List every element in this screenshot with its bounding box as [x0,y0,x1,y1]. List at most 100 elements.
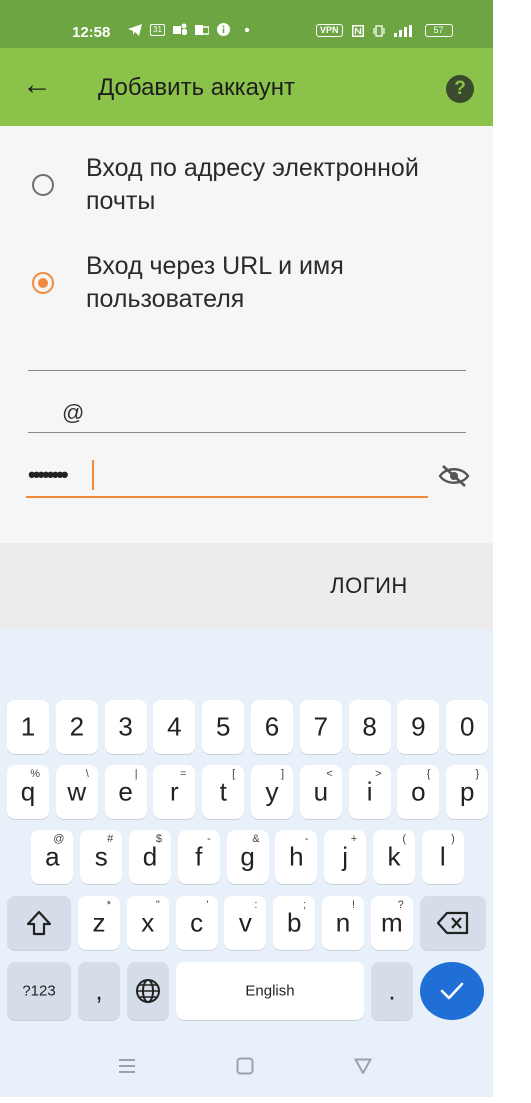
key-o-label: o [411,776,426,807]
system-icons: VPN 57 [316,24,453,37]
key-w-label: w [67,776,87,807]
username-input[interactable]: @ [28,398,466,433]
comma-key-label: , [95,975,103,1006]
key-u-label: u [313,776,329,807]
key-q[interactable]: q% [7,765,49,819]
key-4[interactable]: 4 [153,700,196,754]
shift-key[interactable] [7,896,71,950]
key-2[interactable]: 2 [55,700,98,754]
radio-option-email[interactable]: Вход по адресу электронной почты [28,152,468,222]
key-f-hint: - [207,833,211,845]
key-f[interactable]: f- [177,830,220,884]
signal-icon [393,24,412,37]
radio-label-url: Вход через URL и имя пользователя [86,252,344,313]
shift-icon [26,910,52,936]
key-k-label: k [387,841,401,872]
key-r[interactable]: r = [153,765,196,819]
language-key[interactable] [127,962,169,1020]
radio-option-url[interactable]: Вход через URL и имя пользователя [28,250,468,320]
key-4-label: 4 [167,711,182,742]
key-s-hint: # [107,833,114,845]
calendar-icon: 31 [150,23,165,36]
key-c-hint: ' [206,899,209,911]
key-0-label: 0 [459,711,475,742]
key-7-label: 7 [313,711,329,742]
key-l[interactable]: l) [421,830,464,884]
key-z-label: z [92,907,106,938]
key-p-label: p [459,776,475,807]
key-1[interactable]: 1 [7,700,49,754]
key-z[interactable]: z * [78,896,120,950]
login-button[interactable]: ЛОГИН [316,569,422,603]
key-i-label: i [366,776,373,807]
key-5[interactable]: 5 [202,700,245,754]
home-icon[interactable] [236,1057,254,1075]
key-d[interactable]: d $ [129,830,171,884]
key-g[interactable]: g & [226,830,269,884]
key-e[interactable]: e | [104,765,147,819]
key-g-hint: & [252,833,260,845]
navigation-bar [0,1038,493,1097]
dot-icon [244,27,250,32]
key-t[interactable]: t[ [202,765,245,819]
key-8[interactable]: 8 [348,700,391,754]
username-value: @ [62,400,85,425]
key-p[interactable]: p} [446,765,489,819]
key-o-hint: { [426,768,431,780]
phone-screen: 12:58 31 VPN 57 ← Добавить аккаунт ? Вхо… [0,0,493,1097]
key-c[interactable]: c ' [175,896,218,950]
key-r-hint: = [179,768,187,780]
eye-off-icon[interactable] [438,464,470,488]
key-v[interactable]: v: [224,896,267,950]
key-b[interactable]: b; [273,896,316,950]
symbols-key[interactable]: ?123 [7,962,71,1020]
radio-button-email[interactable] [32,174,54,196]
key-x[interactable]: x " [126,896,169,950]
url-input[interactable] [28,336,466,371]
vibrate-icon [372,24,385,37]
back-nav-icon[interactable] [354,1058,372,1074]
key-u[interactable]: u < [299,765,342,819]
comma-key[interactable]: , [78,962,120,1020]
recent-apps-icon[interactable] [118,1058,136,1074]
key-j-label: j [342,841,349,872]
key-o[interactable]: o{ [397,765,440,819]
key-t-label: t [219,776,227,807]
key-w[interactable]: w \ [55,765,98,819]
back-arrow-icon[interactable]: ← [22,70,56,104]
key-e-label: e [118,776,133,807]
key-n[interactable]: n! [322,896,364,950]
done-key[interactable] [420,962,484,1020]
key-q-hint: % [30,768,40,780]
key-y[interactable]: y] [251,765,293,819]
password-underline [26,496,428,498]
page-title: Добавить аккаунт [98,74,295,101]
key-m[interactable]: m? [370,896,413,950]
period-key[interactable]: . [371,962,413,1020]
key-h[interactable]: h- [275,830,318,884]
key-j-hint: + [350,833,358,845]
password-input[interactable] [26,452,428,498]
key-3[interactable]: 3 [104,700,147,754]
key-a[interactable]: a @ [31,830,74,884]
help-icon[interactable]: ? [446,75,474,103]
password-value: •••••••• [28,462,69,487]
radio-button-url[interactable] [32,272,54,294]
key-d-hint: $ [155,833,162,845]
nfc-icon [351,24,364,37]
globe-icon [136,979,160,1003]
key-9[interactable]: 9 [397,700,440,754]
key-6[interactable]: 6 [251,700,293,754]
key-j[interactable]: j + [324,830,367,884]
checkmark-icon [440,982,464,1000]
key-k[interactable]: k( [373,830,415,884]
backspace-key[interactable] [420,896,486,950]
key-b-hint: ; [303,899,307,911]
space-key[interactable]: English [176,962,364,1020]
key-7[interactable]: 7 [299,700,342,754]
key-i[interactable]: i > [348,765,391,819]
key-0[interactable]: 0 [446,700,489,754]
key-i-hint: > [375,768,382,780]
key-s-label: s [94,841,108,872]
key-s[interactable]: s # [80,830,123,884]
